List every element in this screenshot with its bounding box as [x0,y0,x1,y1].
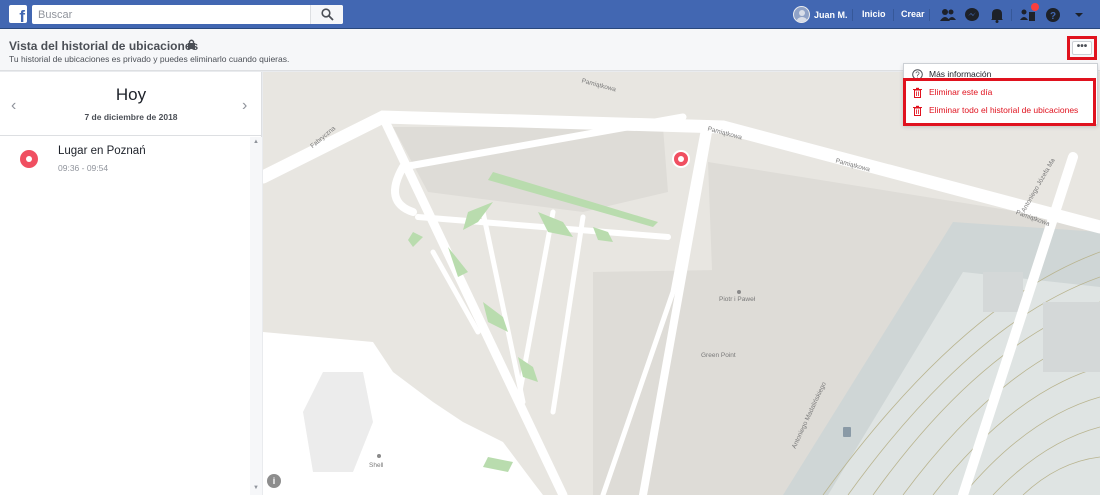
location-map[interactable]: Pamiątkowa Pamiątkowa Pamiątkowa Pamiątk… [263,72,1100,495]
home-link[interactable]: Inicio [862,9,886,19]
svg-text:?: ? [1050,11,1056,22]
place-name: Lugar en Poznań [58,145,146,157]
day-title: Hoy [115,85,147,104]
day-date: 7 de diciembre de 2018 [84,112,178,122]
day-navigator: ‹ Hoy 7 de diciembre de 2018 › [0,72,262,136]
visited-place-pin[interactable] [672,150,690,168]
page-subtitle: Tu historial de ubicaciones es privado y… [9,54,290,64]
page-title: Vista del historial de ubicaciones [9,39,199,53]
help-question-icon[interactable]: ? [1044,6,1062,24]
avatar [793,6,810,23]
search-icon [321,8,334,21]
friend-requests-icon[interactable] [939,6,957,24]
scroll-down-arrow-icon[interactable]: ▼ [252,485,260,491]
list-item[interactable]: Lugar en Poznań 09:36 - 09:54 [0,137,250,182]
notification-badge [1031,3,1039,11]
more-options-dots-icon: ••• [1072,41,1092,55]
poi-label: Piotr i Paweł [719,296,756,303]
more-options-button[interactable]: ••• [1067,36,1097,60]
nav-divider [1011,9,1012,21]
highlight-box [903,78,1096,126]
profile-link[interactable]: Juan M. [793,6,848,23]
notifications-bell-icon[interactable] [988,6,1006,24]
map-info-icon[interactable]: i [267,474,281,488]
lock-icon [188,39,195,49]
account-menu-chevron-down-icon[interactable] [1070,6,1088,24]
scroll-up-arrow-icon[interactable]: ▲ [252,139,260,145]
place-time: 09:36 - 09:54 [58,163,109,173]
next-day-chevron-right-icon[interactable]: › [242,97,247,115]
app-root: f Juan M. Inicio Crear [0,0,1100,495]
search-box [32,5,343,24]
top-nav-bar: f Juan M. Inicio Crear [0,0,1100,29]
create-link[interactable]: Crear [901,9,925,19]
search-button[interactable] [310,5,343,24]
nav-divider [852,9,853,21]
facebook-logo-icon[interactable]: f [9,5,27,25]
poi-label: Shell [369,462,384,469]
messenger-icon[interactable] [963,6,981,24]
timeline-scrollbar[interactable]: ▲ ▼ [250,137,262,495]
nav-divider [893,9,894,21]
timeline-panel: ‹ Hoy 7 de diciembre de 2018 › Lugar en … [0,72,262,495]
nav-divider [929,9,930,21]
poi-label: Green Point [701,352,736,359]
location-pin-icon [20,150,38,168]
map-canvas [263,72,1100,495]
search-input[interactable] [32,5,310,24]
user-name: Juan M. [814,9,848,20]
